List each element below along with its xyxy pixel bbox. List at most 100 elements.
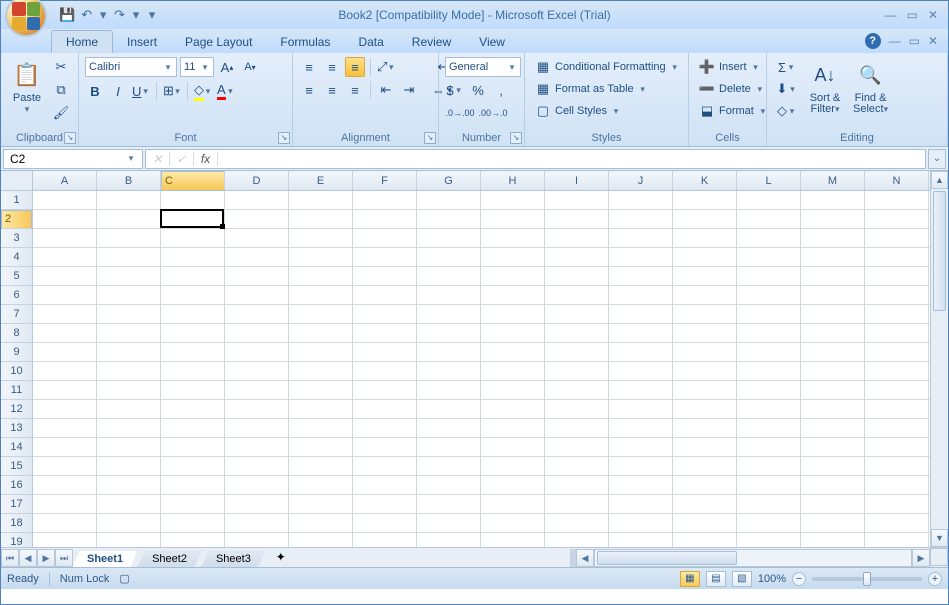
clipboard-dialog-launcher[interactable]: ↘ <box>64 132 76 144</box>
decrease-decimal-button[interactable]: .00→.0 <box>478 103 508 123</box>
italic-button[interactable]: I <box>108 81 128 101</box>
help-icon[interactable]: ? <box>865 33 881 49</box>
font-size-select[interactable]: 11▾ <box>180 57 214 77</box>
copy-button[interactable]: ⧉ <box>51 80 71 100</box>
autosum-button[interactable]: Σ▾ <box>773 57 801 77</box>
decrease-indent-button[interactable]: ⇤ <box>376 80 396 100</box>
align-left-button[interactable]: ≡ <box>299 80 319 100</box>
number-dialog-launcher[interactable]: ↘ <box>510 132 522 144</box>
sort-filter-button[interactable]: A↓ Sort &Filter▾ <box>805 57 845 117</box>
scroll-left-button[interactable]: ◀ <box>576 549 594 567</box>
currency-button[interactable]: $▾ <box>445 80 465 100</box>
shrink-font-button[interactable]: A▾ <box>240 57 260 77</box>
tab-home[interactable]: Home <box>51 30 113 53</box>
sheet-nav-first[interactable]: ⏮ <box>1 549 19 567</box>
percent-button[interactable]: % <box>468 80 488 100</box>
orientation-button[interactable]: ⤢▾ <box>376 57 396 77</box>
column-header-G[interactable]: G <box>417 171 481 190</box>
vscroll-thumb[interactable] <box>933 191 946 311</box>
row-header-7[interactable]: 7 <box>1 305 32 324</box>
align-center-button[interactable]: ≡ <box>322 80 342 100</box>
horizontal-scrollbar[interactable]: ◀ ▶ <box>570 549 930 567</box>
column-header-B[interactable]: B <box>97 171 161 190</box>
column-header-A[interactable]: A <box>33 171 97 190</box>
row-header-1[interactable]: 1 <box>1 191 32 210</box>
undo-icon[interactable]: ↶ <box>81 7 92 23</box>
name-box[interactable]: C2▾ <box>3 149 143 169</box>
sheet-nav-last[interactable]: ⏭ <box>55 549 73 567</box>
align-bottom-button[interactable]: ≡ <box>345 57 365 77</box>
sheet-tab-sheet3[interactable]: Sheet3 <box>201 551 266 568</box>
zoom-slider[interactable] <box>812 577 922 581</box>
row-header-2[interactable]: 2 <box>1 210 32 229</box>
increase-decimal-button[interactable]: .0→.00 <box>445 103 475 123</box>
column-header-H[interactable]: H <box>481 171 545 190</box>
close-workbook-button[interactable]: ✕ <box>928 34 938 48</box>
align-right-button[interactable]: ≡ <box>345 80 365 100</box>
column-header-N[interactable]: N <box>865 171 929 190</box>
row-header-12[interactable]: 12 <box>1 400 32 419</box>
cells-area[interactable] <box>33 191 930 547</box>
number-format-select[interactable]: General▾ <box>445 57 521 77</box>
selected-cell[interactable] <box>160 209 224 228</box>
align-top-button[interactable]: ≡ <box>299 57 319 77</box>
scroll-up-button[interactable]: ▲ <box>931 171 948 189</box>
increase-indent-button[interactable]: ⇥ <box>399 80 419 100</box>
conditional-formatting-button[interactable]: ▦Conditional Formatting▾ <box>531 57 684 77</box>
column-header-I[interactable]: I <box>545 171 609 190</box>
zoom-level[interactable]: 100% <box>758 573 786 585</box>
zoom-in-button[interactable]: + <box>928 572 942 586</box>
macro-record-icon[interactable]: ▢ <box>119 572 129 585</box>
zoom-slider-thumb[interactable] <box>863 572 871 586</box>
row-header-10[interactable]: 10 <box>1 362 32 381</box>
sheet-nav-prev[interactable]: ◀ <box>19 549 37 567</box>
view-page-layout-button[interactable]: ▤ <box>706 571 726 587</box>
save-icon[interactable]: 💾 <box>59 7 75 23</box>
redo-dropdown[interactable]: ▾ <box>131 7 141 23</box>
insert-sheet-button[interactable]: ✦ <box>270 550 292 566</box>
row-header-15[interactable]: 15 <box>1 457 32 476</box>
view-normal-button[interactable]: ▦ <box>680 571 700 587</box>
clear-button[interactable]: ◇▾ <box>773 101 801 121</box>
redo-icon[interactable]: ↷ <box>114 7 125 23</box>
expand-formula-bar-button[interactable]: ⌄ <box>928 149 946 169</box>
undo-dropdown[interactable]: ▾ <box>98 7 108 23</box>
column-header-L[interactable]: L <box>737 171 801 190</box>
paste-button[interactable]: 📋 Paste▾ <box>7 57 47 117</box>
format-cells-button[interactable]: ⬓Format▾ <box>695 101 772 121</box>
column-header-F[interactable]: F <box>353 171 417 190</box>
find-select-button[interactable]: 🔍 Find &Select▾ <box>849 57 892 117</box>
formula-input[interactable] <box>218 152 925 166</box>
font-dialog-launcher[interactable]: ↘ <box>278 132 290 144</box>
cut-button[interactable]: ✂ <box>51 57 71 77</box>
font-name-select[interactable]: Calibri▾ <box>85 57 177 77</box>
fill-color-button[interactable]: ◇▾ <box>193 81 213 101</box>
cell-styles-button[interactable]: ▢Cell Styles▾ <box>531 101 684 121</box>
minimize-ribbon-button[interactable]: — <box>889 34 901 48</box>
hscroll-thumb[interactable] <box>597 551 737 565</box>
column-header-K[interactable]: K <box>673 171 737 190</box>
fill-button[interactable]: ⬇▾ <box>773 79 801 99</box>
row-header-16[interactable]: 16 <box>1 476 32 495</box>
alignment-dialog-launcher[interactable]: ↘ <box>424 132 436 144</box>
format-as-table-button[interactable]: ▦Format as Table▾ <box>531 79 684 99</box>
tab-formulas[interactable]: Formulas <box>266 31 344 53</box>
zoom-out-button[interactable]: − <box>792 572 806 586</box>
grow-font-button[interactable]: A▴ <box>217 57 237 77</box>
row-header-4[interactable]: 4 <box>1 248 32 267</box>
row-header-11[interactable]: 11 <box>1 381 32 400</box>
maximize-button[interactable]: ▭ <box>907 8 918 22</box>
row-header-5[interactable]: 5 <box>1 267 32 286</box>
fill-handle[interactable] <box>220 224 225 229</box>
restore-window-button[interactable]: ▭ <box>909 34 920 48</box>
scroll-right-button[interactable]: ▶ <box>912 549 930 567</box>
underline-button[interactable]: U▾ <box>131 81 151 101</box>
column-header-M[interactable]: M <box>801 171 865 190</box>
qat-customize-dropdown[interactable]: ▾ <box>147 7 157 23</box>
row-header-8[interactable]: 8 <box>1 324 32 343</box>
tab-insert[interactable]: Insert <box>113 31 171 53</box>
sheet-nav-next[interactable]: ▶ <box>37 549 55 567</box>
fx-button[interactable]: fx <box>194 152 218 166</box>
insert-cells-button[interactable]: ➕Insert▾ <box>695 57 772 77</box>
select-all-corner[interactable] <box>1 171 33 191</box>
